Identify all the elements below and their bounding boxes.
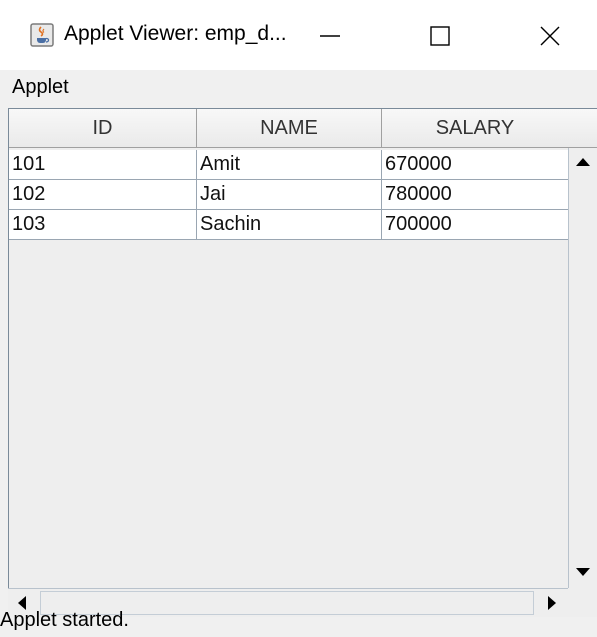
- close-icon: [540, 26, 560, 46]
- cell-id[interactable]: 103: [9, 210, 197, 240]
- table-row[interactable]: 103 Sachin 700000: [9, 210, 569, 240]
- cell-salary[interactable]: 700000: [382, 210, 569, 240]
- cell-name[interactable]: Amit: [197, 150, 382, 180]
- arrow-left-icon: [18, 596, 26, 610]
- table-body: 101 Amit 670000 102 Jai 780000 103 Sachi…: [9, 150, 569, 240]
- status-bar: Applet started.: [0, 609, 597, 637]
- scrollbar-corner: [568, 588, 597, 617]
- applet-viewer-window: Applet Viewer: emp_d... Applet ID NAME S…: [0, 0, 597, 637]
- java-cup-icon[interactable]: [30, 23, 54, 47]
- menu-bar: Applet: [0, 70, 597, 106]
- status-text: Applet started.: [0, 609, 129, 631]
- table-viewport: ID NAME SALARY 101 Amit 670000 102 Jai 7…: [8, 108, 569, 589]
- minimize-button[interactable]: [290, 0, 370, 70]
- cell-salary[interactable]: 780000: [382, 180, 569, 210]
- scroll-up-button[interactable]: [569, 148, 597, 178]
- arrow-down-icon: [576, 568, 590, 576]
- title-bar[interactable]: Applet Viewer: emp_d...: [0, 0, 597, 70]
- maximize-button[interactable]: [400, 0, 480, 70]
- cell-name[interactable]: Sachin: [197, 210, 382, 240]
- arrow-right-icon: [548, 596, 556, 610]
- column-header-name[interactable]: NAME: [197, 109, 382, 148]
- scroll-down-button[interactable]: [569, 558, 597, 588]
- table-row[interactable]: 102 Jai 780000: [9, 180, 569, 210]
- cell-name[interactable]: Jai: [197, 180, 382, 210]
- header-corner: [568, 108, 597, 148]
- table-header: ID NAME SALARY: [9, 109, 569, 149]
- maximize-icon: [430, 26, 450, 46]
- scroll-right-button[interactable]: [538, 589, 568, 617]
- close-button[interactable]: [510, 0, 590, 70]
- menu-applet[interactable]: Applet: [12, 76, 69, 99]
- cell-id[interactable]: 101: [9, 150, 197, 180]
- vertical-scroll-track[interactable]: [569, 178, 597, 554]
- window-title: Applet Viewer: emp_d...: [64, 22, 287, 45]
- column-header-salary[interactable]: SALARY: [382, 109, 569, 148]
- minimize-icon: [320, 35, 340, 37]
- cell-id[interactable]: 102: [9, 180, 197, 210]
- table-row[interactable]: 101 Amit 670000: [9, 150, 569, 180]
- column-header-id[interactable]: ID: [9, 109, 197, 148]
- cell-salary[interactable]: 670000: [382, 150, 569, 180]
- arrow-up-icon: [576, 158, 590, 166]
- vertical-scrollbar[interactable]: [568, 148, 597, 588]
